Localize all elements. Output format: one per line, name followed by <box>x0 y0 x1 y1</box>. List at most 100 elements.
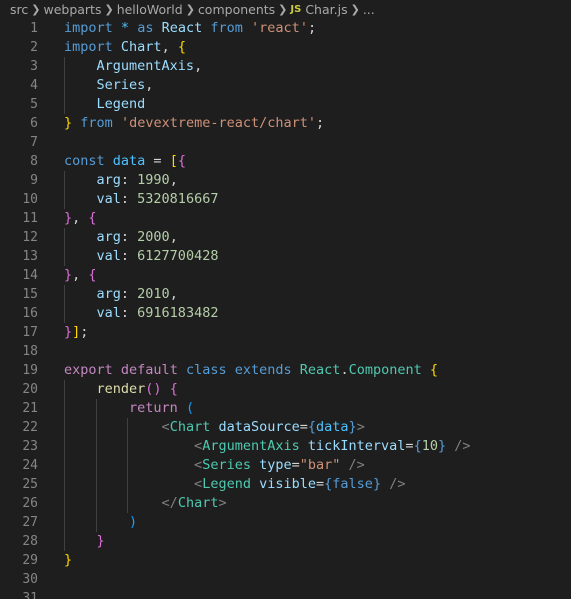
code-token: : <box>120 305 138 321</box>
line-number: 26 <box>22 496 38 511</box>
code-line[interactable]: 18 <box>0 342 571 361</box>
breadcrumb-ellipsis[interactable]: ... <box>363 2 375 17</box>
code-editor[interactable]: 1 import * as React from 'react'; 2 import … <box>0 19 571 599</box>
breadcrumb-item-webparts[interactable]: webparts <box>43 2 101 17</box>
code-line[interactable]: 10 val: 5320816667 <box>0 190 571 209</box>
code-text: val: 6916183482 <box>64 304 219 323</box>
indent-guide <box>64 190 65 209</box>
code-line[interactable]: 17}]; <box>0 323 571 342</box>
code-text: } <box>64 551 72 570</box>
line-number: 29 <box>22 553 38 568</box>
code-line[interactable]: 23 <ArgumentAxis tickInterval={10} /> <box>0 437 571 456</box>
code-token: , <box>72 267 89 283</box>
chevron-right-icon: ❯ <box>278 2 288 16</box>
indent-guide <box>64 456 65 475</box>
code-line[interactable]: 13 val: 6127700428 <box>0 247 571 266</box>
code-line[interactable]: 7 <box>0 133 571 152</box>
code-line[interactable]: 19 export default class extends React.Com… <box>0 361 571 380</box>
indent-guide <box>95 475 97 494</box>
code-line[interactable]: 5 Legend <box>0 95 571 114</box>
breadcrumb-item-helloworld[interactable]: helloWorld <box>117 2 183 17</box>
indent-guide <box>64 76 65 95</box>
code-token: 5320816667 <box>137 191 219 207</box>
code-token: { <box>307 419 317 435</box>
code-token: ArgumentAxis <box>96 58 195 74</box>
code-line[interactable]: 15 arg: 2010, <box>0 285 571 304</box>
line-number: 9 <box>30 173 38 188</box>
code-line[interactable]: 14}, { <box>0 266 571 285</box>
code-line[interactable]: 30 <box>0 570 571 589</box>
code-line[interactable]: 16 val: 6916183482 <box>0 304 571 323</box>
code-token: ArgumentAxis <box>202 438 300 454</box>
code-token: , <box>169 286 178 302</box>
code-token: data <box>112 153 146 169</box>
code-token: = <box>291 457 300 473</box>
code-line[interactable]: 2 import Chart, { <box>0 38 571 57</box>
code-token: false <box>332 476 373 492</box>
code-token: = <box>299 419 308 435</box>
code-token: : <box>120 172 138 188</box>
code-line[interactable]: 22 <Chart dataSource={data}> <box>0 418 571 437</box>
code-text: Series, <box>64 76 154 95</box>
code-line[interactable]: 31 <box>0 589 571 599</box>
code-token: arg <box>96 229 121 245</box>
line-number: 18 <box>22 344 38 359</box>
line-number: 22 <box>22 420 38 435</box>
line-number: 8 <box>30 154 38 169</box>
code-line[interactable]: 11}, { <box>0 209 571 228</box>
code-token: val <box>96 305 121 321</box>
indent-guide <box>127 437 129 456</box>
code-token: Component <box>348 362 422 378</box>
code-token: 6127700428 <box>137 248 219 264</box>
code-line[interactable]: 27 ) <box>0 513 571 532</box>
code-text: ArgumentAxis, <box>64 57 203 76</box>
code-line[interactable]: 9 arg: 1990, <box>0 171 571 190</box>
code-token: Legend <box>202 476 251 492</box>
code-line[interactable]: 29} <box>0 551 571 570</box>
indent-guide <box>64 380 65 399</box>
code-line[interactable]: 3 ArgumentAxis, <box>0 57 571 76</box>
code-text: val: 5320816667 <box>64 190 219 209</box>
breadcrumb-item-src[interactable]: src <box>10 2 28 17</box>
line-number: 31 <box>22 591 38 599</box>
line-number: 10 <box>22 192 38 207</box>
code-token: visible <box>259 476 317 492</box>
code-token: , <box>72 210 89 226</box>
code-line[interactable]: 26 </Chart> <box>0 494 571 513</box>
code-token: ; <box>80 324 89 340</box>
code-text: ) <box>64 513 137 532</box>
code-token: = <box>145 153 170 169</box>
code-line[interactable]: 12 arg: 2000, <box>0 228 571 247</box>
line-number: 28 <box>22 534 38 549</box>
breadcrumb-item-file[interactable]: Char.js <box>305 2 347 17</box>
code-token: tickInterval <box>307 438 406 454</box>
code-line[interactable]: 4 Series, <box>0 76 571 95</box>
code-line[interactable]: 21 return ( <box>0 399 571 418</box>
code-token: Legend <box>96 96 146 112</box>
code-line[interactable]: 28 } <box>0 532 571 551</box>
code-token: Chart <box>177 495 219 511</box>
code-line[interactable]: 6} from 'devextreme-react/chart'; <box>0 114 571 133</box>
breadcrumb-item-components[interactable]: components <box>198 2 275 17</box>
code-line[interactable]: 24 <Series type="bar" /> <box>0 456 571 475</box>
code-line[interactable]: 20 render() { <box>0 380 571 399</box>
code-line[interactable]: 25 <Legend visible={false} /> <box>0 475 571 494</box>
indent-guide <box>64 418 65 437</box>
code-line[interactable]: 1 import * as React from 'react'; <box>0 19 571 38</box>
chevron-right-icon: ❯ <box>350 2 360 16</box>
code-text: }]; <box>64 323 88 342</box>
code-line[interactable]: 8 const data = [{ <box>0 152 571 171</box>
code-token: , <box>161 39 178 55</box>
indent-guide <box>95 456 97 475</box>
code-token: { <box>177 39 186 55</box>
